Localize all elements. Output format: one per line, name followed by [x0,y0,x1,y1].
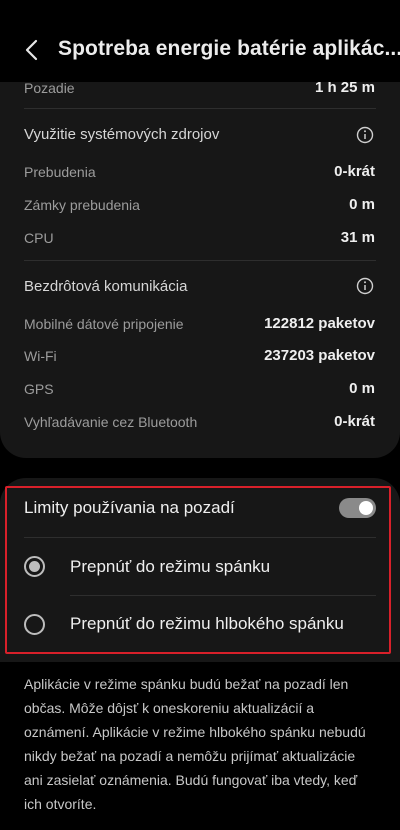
info-icon[interactable] [356,277,374,295]
row-mobile-data: Mobilné dátové pripojenie 122812 paketov [24,315,375,332]
cpu-value: 31 m [340,229,375,246]
toggle-knob [359,501,373,515]
background-label: Pozadie [24,82,75,96]
cpu-label: CPU [24,229,54,246]
usage-details-card: Pozadie 1 h 25 m Využitie systémových zd… [0,82,400,458]
page-title: Spotreba energie batérie aplikác... [58,37,400,60]
row-wifi: Wi-Fi 237203 paketov [24,347,375,364]
row-wakeups: Prebudenia 0-krát [24,163,375,180]
wakeups-label: Prebudenia [24,163,96,180]
wakeups-value: 0-krát [334,163,375,180]
back-arrow-icon[interactable] [22,38,42,62]
row-wakelocks: Zámky prebudenia 0 m [24,196,375,213]
background-value: 1 h 25 m [314,82,375,96]
mobile-data-value: 122812 paketov [264,315,375,332]
limits-description: Aplikácie v režime spánku budú bežať na … [24,676,366,812]
gps-label: GPS [24,380,54,397]
row-gps: GPS 0 m [24,380,375,397]
wifi-value: 237203 paketov [264,347,375,364]
background-limits-label[interactable]: Limity používania na pozadí [24,498,235,518]
wakelocks-label: Zámky prebudenia [24,196,140,213]
wifi-label: Wi-Fi [24,347,57,364]
bluetooth-scan-value: 0-krát [334,413,375,430]
background-limits-toggle[interactable] [339,498,376,518]
row-background: Pozadie 1 h 25 m [24,82,375,96]
system-section-header: Využitie systémových zdrojov [24,126,375,143]
row-bluetooth-scan: Vyhľadávanie cez Bluetooth 0-krát [24,413,375,430]
app-header: Spotreba energie batérie aplikác... [0,0,400,82]
radio-deep-sleep[interactable] [24,614,45,635]
divider [24,260,376,261]
row-cpu: CPU 31 m [24,229,375,246]
divider [24,108,376,109]
system-section-title: Využitie systémových zdrojov [24,126,220,143]
wireless-section-header: Bezdrôtová komunikácia [24,278,375,295]
info-icon[interactable] [356,126,374,144]
bluetooth-scan-label: Vyhľadávanie cez Bluetooth [24,413,198,430]
wireless-section-title: Bezdrôtová komunikácia [24,278,188,295]
option-sleep-label[interactable]: Prepnúť do režimu spánku [70,557,270,577]
option-deep-sleep-label[interactable]: Prepnúť do režimu hlbokého spánku [70,614,344,634]
divider [70,595,376,596]
wakelocks-value: 0 m [349,196,375,213]
mobile-data-label: Mobilné dátové pripojenie [24,315,184,332]
radio-sleep[interactable] [24,556,45,577]
divider [24,537,376,538]
gps-value: 0 m [349,380,375,397]
